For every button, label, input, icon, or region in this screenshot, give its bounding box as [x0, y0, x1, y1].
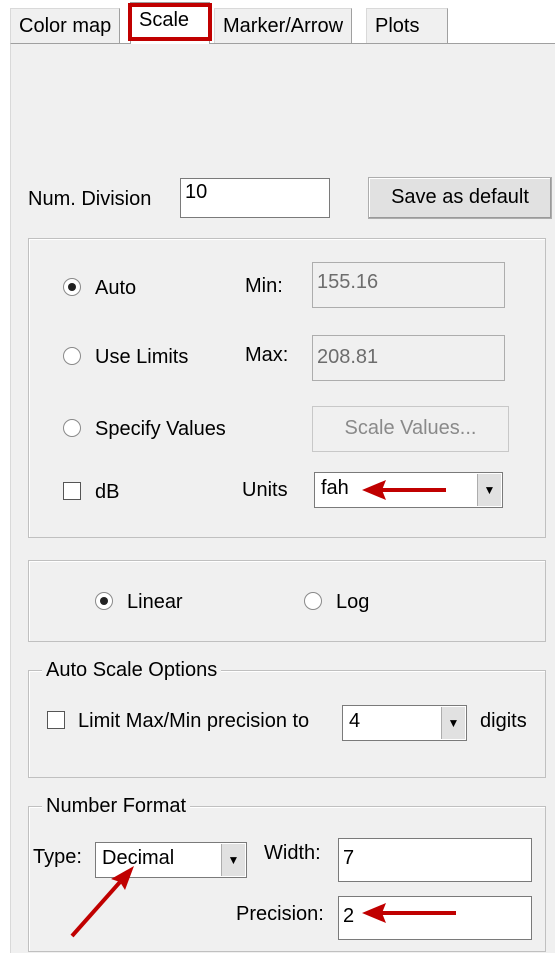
tab-label: Plots — [375, 15, 420, 37]
use-limits-label: Use Limits — [95, 346, 189, 368]
linear-radio[interactable] — [95, 592, 113, 610]
linear-label: Linear — [127, 591, 183, 613]
units-arrow-annotation — [362, 480, 446, 500]
log-radio[interactable] — [304, 592, 322, 610]
specify-values-radio[interactable] — [63, 419, 81, 437]
save-as-default-button[interactable]: Save as default — [368, 177, 552, 219]
number-format-title: Number Format — [42, 795, 191, 818]
digits-label: digits — [480, 710, 527, 732]
log-label: Log — [336, 591, 370, 613]
num-division-label: Num. Division — [28, 188, 152, 210]
min-input[interactable]: 155.16 — [312, 262, 505, 308]
digits-select[interactable]: 4 ▼ — [342, 705, 467, 741]
max-label: Max: — [245, 344, 289, 366]
tab-label: Scale — [139, 9, 190, 31]
chevron-down-icon[interactable]: ▼ — [221, 844, 245, 876]
db-label: dB — [95, 481, 120, 503]
min-label: Min: — [245, 275, 283, 297]
tab-label: Marker/Arrow — [223, 15, 344, 37]
max-input[interactable]: 208.81 — [312, 335, 505, 381]
chevron-down-icon[interactable]: ▼ — [477, 474, 501, 506]
units-label: Units — [242, 479, 288, 501]
auto-radio[interactable] — [63, 278, 81, 296]
num-division-input[interactable]: 10 — [180, 178, 330, 218]
tab-marker-arrow[interactable]: Marker/Arrow — [214, 8, 353, 44]
db-checkbox[interactable] — [63, 482, 81, 500]
tab-scale[interactable]: Scale — [130, 2, 210, 44]
width-label: Width: — [264, 842, 321, 864]
digits-value: 4 — [349, 710, 361, 732]
limit-precision-checkbox[interactable] — [47, 711, 65, 729]
units-value: fah — [321, 477, 349, 499]
use-limits-radio[interactable] — [63, 347, 81, 365]
auto-scale-title: Auto Scale Options — [42, 659, 222, 682]
precision-arrow-annotation — [362, 903, 456, 923]
chevron-down-icon[interactable]: ▼ — [441, 707, 465, 739]
tab-plots[interactable]: Plots — [366, 8, 448, 44]
width-input[interactable]: 7 — [338, 838, 532, 882]
tab-color-map[interactable]: Color map — [10, 8, 121, 44]
specify-values-label: Specify Values — [95, 418, 226, 440]
tab-label: Color map — [19, 15, 112, 37]
precision-label: Precision: — [236, 903, 324, 925]
scale-values-button[interactable]: Scale Values... — [312, 406, 509, 452]
auto-label: Auto — [95, 277, 137, 299]
limit-precision-label: Limit Max/Min precision to — [78, 710, 310, 732]
type-arrow-annotation — [70, 866, 134, 938]
